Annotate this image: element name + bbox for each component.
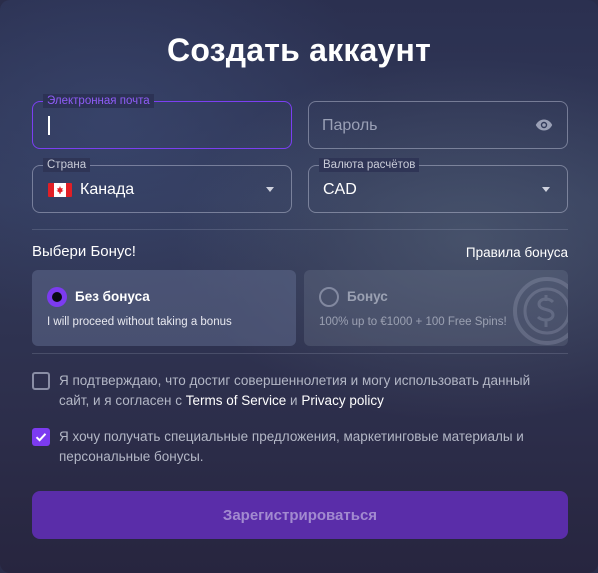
caret-down-icon	[266, 187, 274, 192]
radio-unselected-icon[interactable]	[319, 287, 339, 307]
privacy-policy-link[interactable]: Privacy policy	[301, 393, 384, 408]
register-button-label: Зарегистрироваться	[222, 506, 378, 524]
marketing-consent-checkbox[interactable]	[32, 428, 50, 446]
bonus-option-bonus[interactable]: Бонус 100% up to €1000 + 100 Free Spins!	[304, 270, 568, 346]
check-mark-icon	[35, 433, 47, 442]
caret-down-icon	[542, 187, 550, 192]
bonus-option-name: Без бонуса	[75, 289, 150, 304]
bonus-rules-link[interactable]: Правила бонуса	[466, 245, 568, 260]
bonus-option-description: I will proceed without taking a bonus	[47, 316, 232, 328]
currency-select[interactable]: Валюта расчётов CAD	[308, 158, 568, 213]
terms-of-service-link[interactable]: Terms of Service	[186, 393, 287, 408]
currency-value: CAD	[323, 181, 357, 198]
page-title: Создать аккаунт	[167, 32, 431, 68]
bonus-option-no-bonus[interactable]: Без бонуса I will proceed without taking…	[32, 270, 296, 346]
canada-flag-icon	[48, 183, 72, 197]
register-button[interactable]: Зарегистрироваться	[32, 491, 568, 539]
marketing-consent-text: Я хочу получать специальные предложения,…	[59, 429, 524, 464]
radio-selected-icon[interactable]	[47, 287, 67, 307]
password-field[interactable]: Пароль	[308, 101, 568, 149]
text-caret	[48, 116, 50, 135]
divider	[32, 353, 568, 354]
country-label: Страна	[43, 158, 91, 172]
email-field[interactable]: Электронная почта	[32, 94, 292, 149]
country-value: Канада	[80, 181, 135, 198]
coin-icon	[513, 277, 568, 345]
password-placeholder: Пароль	[322, 117, 378, 134]
currency-label: Валюта расчётов	[319, 158, 420, 172]
divider	[32, 229, 568, 230]
age-consent-checkbox[interactable]	[32, 372, 50, 390]
signup-modal: Создать аккаунт Электронная почта Пароль…	[0, 0, 598, 573]
email-label: Электронная почта	[43, 94, 154, 108]
consent-conjunction: и	[286, 393, 302, 408]
bonus-option-description: 100% up to €1000 + 100 Free Spins!	[319, 316, 507, 328]
age-consent-text: Я подтверждаю, что достиг совершеннолети…	[59, 371, 559, 411]
eye-icon[interactable]	[535, 119, 553, 131]
bonus-heading: Выбери Бонус!	[32, 243, 136, 260]
country-select[interactable]: Страна Канада	[32, 158, 292, 213]
bonus-option-name: Бонус	[347, 289, 388, 304]
